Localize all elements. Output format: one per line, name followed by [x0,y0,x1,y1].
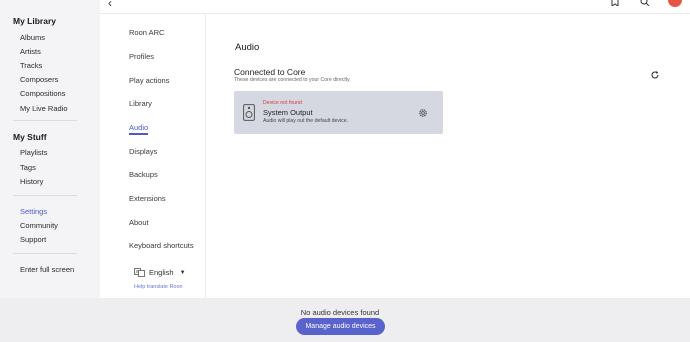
tab-backups[interactable]: Backups [129,170,158,179]
sidebar-item-composers[interactable]: Composers [20,75,58,84]
settings-nav: Roon ARC Profiles Play actions Library A… [100,14,206,298]
top-bar: ‹ [0,0,690,14]
search-icon[interactable] [640,0,650,6]
tab-about[interactable]: About [129,218,149,227]
sidebar-divider [13,120,77,121]
tab-roon-arc[interactable]: Roon ARC [129,28,164,37]
avatar[interactable] [668,0,682,7]
sidebar-item-artists[interactable]: Artists [20,47,41,56]
gear-icon[interactable] [418,108,428,118]
sidebar-item-tags[interactable]: Tags [20,163,36,172]
speaker-icon [243,104,255,121]
sidebar-item-support[interactable]: Support [20,235,46,244]
active-tab-indicator [129,133,148,135]
translate-icon: A [134,268,145,277]
sidebar-divider [13,195,77,196]
manage-audio-devices-button[interactable]: Manage audio devices [296,318,385,335]
sidebar: My Library Albums Artists Tracks Compose… [0,0,100,298]
back-icon[interactable]: ‹ [108,0,112,9]
chevron-down-icon: ▼ [179,269,186,276]
tab-extensions[interactable]: Extensions [129,194,166,203]
stuff-heading: My Stuff [13,132,47,142]
refresh-icon[interactable] [650,70,660,80]
page-title: Audio [235,42,260,53]
core-section-description: These devices are connected to your Core… [234,77,351,83]
tab-audio[interactable]: Audio [129,123,148,132]
library-heading: My Library [13,16,56,26]
sidebar-item-history[interactable]: History [20,177,43,186]
device-status: Device not found [263,100,302,106]
bottom-bar: No audio devices found Manage audio devi… [0,298,690,342]
sidebar-item-albums[interactable]: Albums [20,33,45,42]
help-translate-link[interactable]: Help translate Roon [134,284,183,290]
sidebar-item-playlists[interactable]: Playlists [20,148,48,157]
device-note: Audio will play out the default device. [263,118,349,124]
sidebar-item-settings[interactable]: Settings [20,207,47,216]
tab-play-actions[interactable]: Play actions [129,76,169,85]
core-section-title: Connected to Core [234,67,306,77]
tab-profiles[interactable]: Profiles [129,52,154,61]
tab-displays[interactable]: Displays [129,147,157,156]
device-card[interactable]: Device not found System Output Audio wil… [234,91,443,134]
bookmark-icon[interactable] [610,0,620,6]
device-name: System Output [263,108,313,117]
no-audio-message: No audio devices found [300,308,380,317]
language-selector[interactable]: A English ▼ [134,268,186,277]
sidebar-item-tracks[interactable]: Tracks [20,61,42,70]
sidebar-divider [13,253,77,254]
tab-library[interactable]: Library [129,99,152,108]
enter-full-screen-button[interactable]: Enter full screen [20,265,74,274]
sidebar-item-my-live-radio[interactable]: My Live Radio [20,104,68,113]
sidebar-item-compositions[interactable]: Compositions [20,89,65,98]
sidebar-item-community[interactable]: Community [20,221,58,230]
tab-keyboard-shortcuts[interactable]: Keyboard shortcuts [129,241,194,250]
language-label: English [149,268,174,277]
